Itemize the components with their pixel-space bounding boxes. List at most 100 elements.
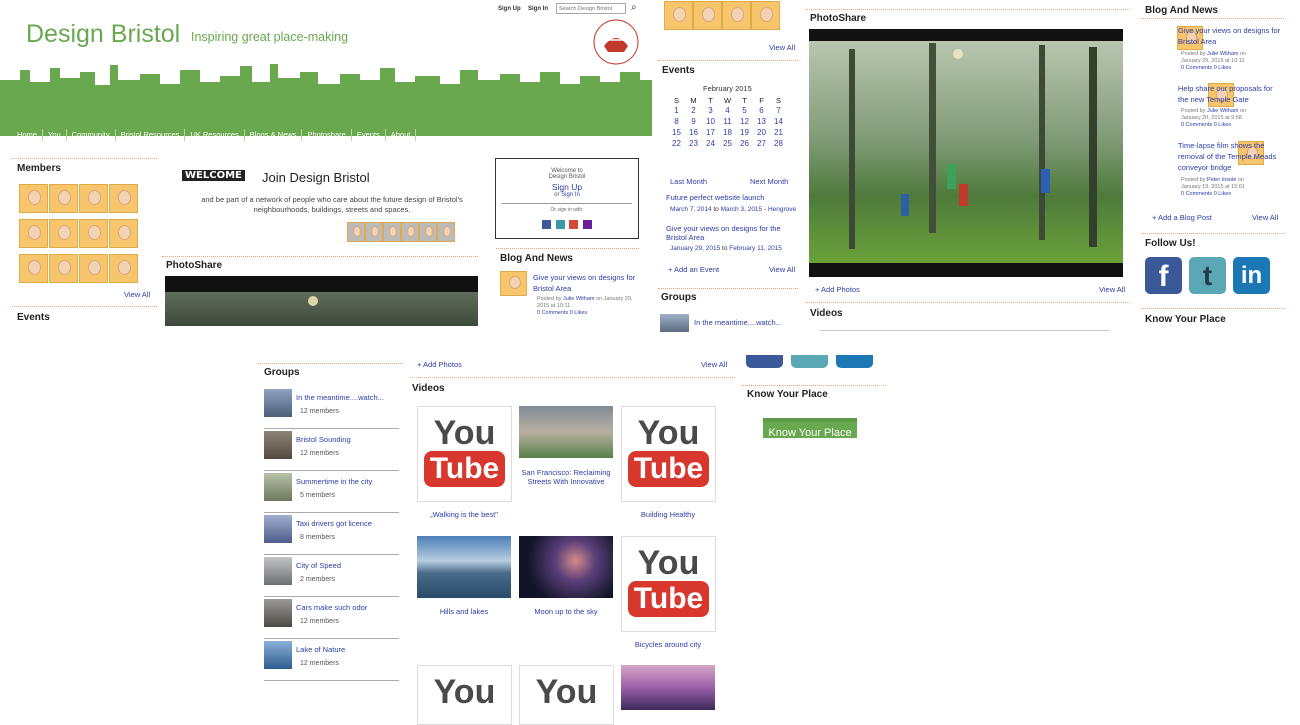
cal-day[interactable]: 1 xyxy=(668,105,685,116)
likes-link[interactable]: 0 Likes xyxy=(1214,191,1231,197)
videos-view-all[interactable]: View All xyxy=(701,360,727,369)
comments-link[interactable]: 0 Comments xyxy=(537,310,568,316)
photoshare-image-large[interactable] xyxy=(809,29,1123,277)
member-avatar[interactable] xyxy=(109,254,138,283)
cal-day[interactable]: 11 xyxy=(719,116,736,127)
topbar-signup-link[interactable]: Sign Up xyxy=(498,6,521,12)
video-title-2[interactable]: San Francisco: Reclaiming Streets With I… xyxy=(516,468,616,486)
cal-day[interactable]: 20 xyxy=(753,127,770,138)
member-avatar[interactable] xyxy=(19,219,48,248)
members-view-all[interactable]: View All xyxy=(124,290,150,299)
photo-big-add[interactable]: + Add Photos xyxy=(815,285,860,294)
member-avatar[interactable] xyxy=(19,254,48,283)
yahoo-icon[interactable] xyxy=(582,220,592,229)
video-title-1[interactable]: „Walking is the best" xyxy=(414,510,514,519)
member-avatar[interactable] xyxy=(79,219,108,248)
author-link[interactable]: Julie Witham xyxy=(563,296,594,302)
video-thumb-youtube[interactable]: You Tube xyxy=(621,406,716,502)
facebook-icon[interactable] xyxy=(542,220,552,229)
member-avatar[interactable] xyxy=(722,1,751,30)
nav-photoshare[interactable]: Photoshare xyxy=(302,129,352,141)
author-avatar[interactable] xyxy=(500,271,527,296)
comments-link[interactable]: 0 Comments xyxy=(1181,191,1212,197)
event-1-location[interactable]: Hengrove xyxy=(768,206,796,213)
video-thumb-hills[interactable] xyxy=(417,536,511,598)
member-avatar[interactable] xyxy=(437,222,455,242)
cal-day[interactable]: 12 xyxy=(736,116,753,127)
video-thumb-sunset[interactable] xyxy=(621,665,715,710)
member-avatar[interactable] xyxy=(751,1,780,30)
member-avatar[interactable] xyxy=(109,219,138,248)
member-avatar[interactable] xyxy=(365,222,383,242)
member-avatar[interactable] xyxy=(401,222,419,242)
group-name[interactable]: Lake of Nature xyxy=(296,645,345,654)
group-name[interactable]: In the meantime....watch... xyxy=(296,393,384,402)
cal-day[interactable]: 18 xyxy=(719,127,736,138)
col3-view-all[interactable]: View All xyxy=(769,43,795,52)
tumblr-icon[interactable] xyxy=(791,355,828,368)
video-title-6[interactable]: Bicycles around city xyxy=(618,640,718,649)
search-icon[interactable]: ⌕ xyxy=(631,2,637,13)
add-event-link[interactable]: + Add an Event xyxy=(668,265,719,274)
signbox-signup-link[interactable]: Sign Up xyxy=(496,182,638,192)
photoshare-image-small[interactable] xyxy=(165,276,478,326)
likes-link[interactable]: 0 Likes xyxy=(570,310,587,316)
last-month-link[interactable]: Last Month xyxy=(670,177,707,186)
member-avatar[interactable] xyxy=(109,184,138,213)
cal-day[interactable]: 22 xyxy=(668,138,685,149)
group-item[interactable]: In the meantime....watch... 12 members xyxy=(264,389,399,429)
col3-group-first[interactable]: In the meantime....watch... xyxy=(694,318,782,327)
group-item[interactable]: Summertime in the city 5 members xyxy=(264,473,399,513)
nav-bristol-resources[interactable]: Bristol Resources xyxy=(116,129,186,141)
cal-day[interactable]: 9 xyxy=(685,116,702,127)
member-avatar[interactable] xyxy=(19,184,48,213)
event-1-to[interactable]: March 3, 2015 xyxy=(721,206,763,213)
nav-events[interactable]: Events xyxy=(352,129,386,141)
group-name[interactable]: Taxi drivers got licence xyxy=(296,519,372,528)
author-link[interactable]: Peter Insole xyxy=(1207,177,1236,183)
event-2-to[interactable]: February 11, 2015 xyxy=(729,245,782,252)
group-item[interactable]: Cars make such odor 12 members xyxy=(264,599,399,639)
nav-community[interactable]: Community xyxy=(67,129,116,141)
video-title-3[interactable]: Building Healthy xyxy=(618,510,718,519)
cal-day[interactable]: 4 xyxy=(719,105,736,116)
blog-post-3-title[interactable]: Time-lapse film shows the removal of the… xyxy=(1178,140,1283,173)
cal-day[interactable]: 3 xyxy=(702,105,719,116)
video-thumb-moon[interactable] xyxy=(519,536,613,598)
events-view-all[interactable]: View All xyxy=(769,265,795,274)
facebook-icon[interactable]: f xyxy=(1145,257,1182,294)
video-thumb-youtube[interactable]: You xyxy=(417,665,512,725)
video-thumb-youtube[interactable]: You Tube xyxy=(621,536,716,632)
video-thumb-sf[interactable] xyxy=(519,406,613,458)
cal-day[interactable]: 21 xyxy=(770,127,787,138)
comments-link[interactable]: 0 Comments xyxy=(1181,122,1212,128)
event-1-title[interactable]: Future perfect website launch xyxy=(666,193,764,202)
group-name[interactable]: City of Speed xyxy=(296,561,341,570)
video-thumb-youtube[interactable]: You xyxy=(519,665,614,725)
nav-about[interactable]: About xyxy=(386,129,417,141)
member-avatar[interactable] xyxy=(79,184,108,213)
know-your-place-button[interactable]: Know Your Place xyxy=(763,418,857,439)
photo-big-view-all[interactable]: View All xyxy=(1099,285,1125,294)
group-item[interactable]: Bristol Sounding 12 members xyxy=(264,431,399,471)
likes-link[interactable]: 0 Likes xyxy=(1214,65,1231,71)
linkedin-icon[interactable] xyxy=(836,355,873,368)
blog-post-2-title[interactable]: Help share our proposals for the new Tem… xyxy=(1178,83,1283,105)
cal-day[interactable]: 2 xyxy=(685,105,702,116)
facebook-icon[interactable] xyxy=(746,355,783,368)
group-name[interactable]: Summertime in the city xyxy=(296,477,372,486)
cal-day[interactable]: 23 xyxy=(685,138,702,149)
video-title-5[interactable]: Moon up to the sky xyxy=(516,607,616,616)
blog-view-all[interactable]: View All xyxy=(1252,213,1278,222)
event-2-from[interactable]: January 29, 2015 xyxy=(670,245,720,252)
member-avatar[interactable] xyxy=(419,222,437,242)
topbar-signin-link[interactable]: Sign In xyxy=(528,6,548,12)
cal-day[interactable]: 13 xyxy=(753,116,770,127)
cal-day[interactable]: 6 xyxy=(753,105,770,116)
cal-day[interactable]: 14 xyxy=(770,116,787,127)
group-name[interactable]: Bristol Sounding xyxy=(296,435,351,444)
twitter-icon[interactable] xyxy=(555,220,565,229)
member-avatar[interactable] xyxy=(49,184,78,213)
cal-day[interactable]: 24 xyxy=(702,138,719,149)
cal-day[interactable]: 25 xyxy=(719,138,736,149)
